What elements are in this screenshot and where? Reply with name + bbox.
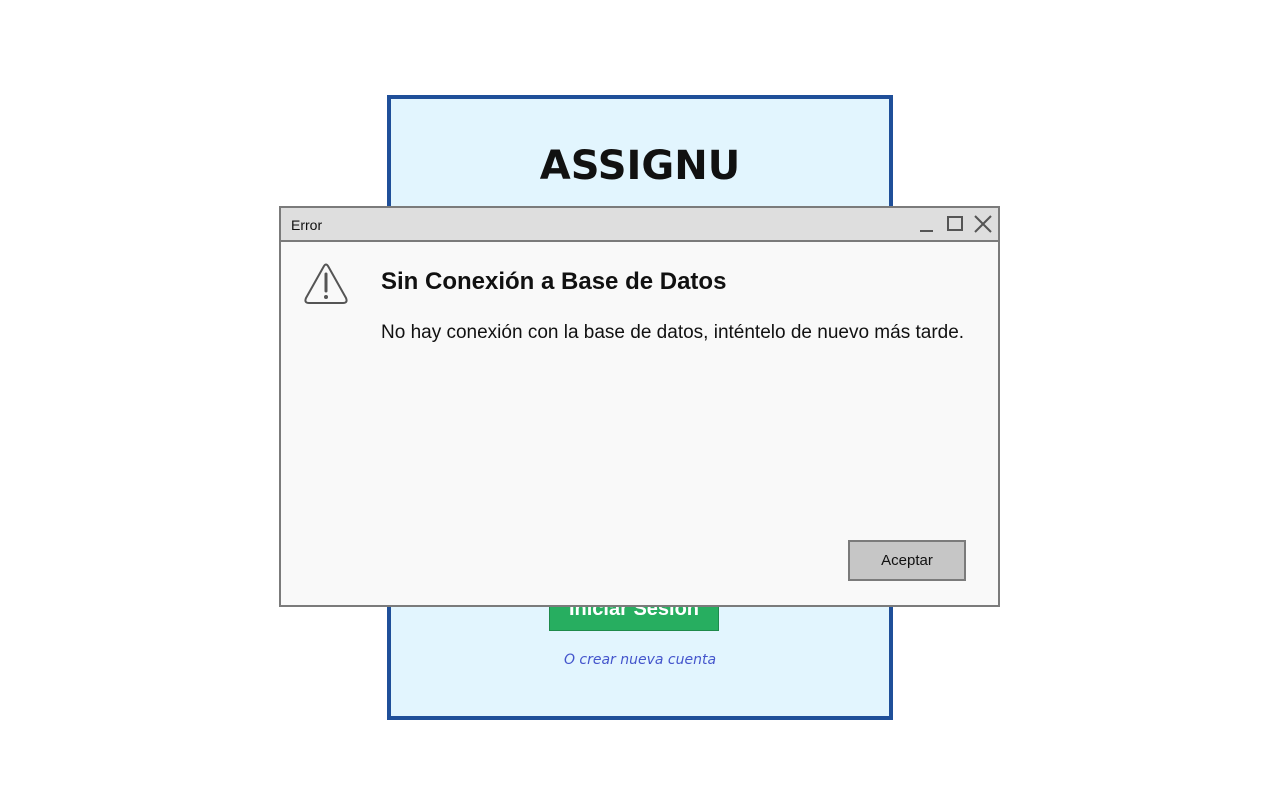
maximize-icon[interactable] bbox=[945, 214, 965, 234]
accept-button[interactable]: Aceptar bbox=[848, 540, 966, 581]
dialog-window-title: Error bbox=[291, 217, 323, 233]
close-icon[interactable] bbox=[973, 214, 993, 234]
create-account-link[interactable]: O crear nueva cuenta bbox=[391, 652, 889, 668]
dialog-heading: Sin Conexión a Base de Datos bbox=[381, 268, 727, 295]
warning-icon bbox=[303, 262, 349, 306]
error-dialog: Error Sin Conexión a Base de Datos No ha… bbox=[279, 206, 1000, 607]
minimize-icon[interactable] bbox=[917, 214, 937, 234]
dialog-message: No hay conexión con la base de datos, in… bbox=[381, 322, 965, 343]
app-title: ASSIGNU bbox=[539, 143, 741, 189]
dialog-titlebar[interactable]: Error bbox=[281, 208, 998, 242]
